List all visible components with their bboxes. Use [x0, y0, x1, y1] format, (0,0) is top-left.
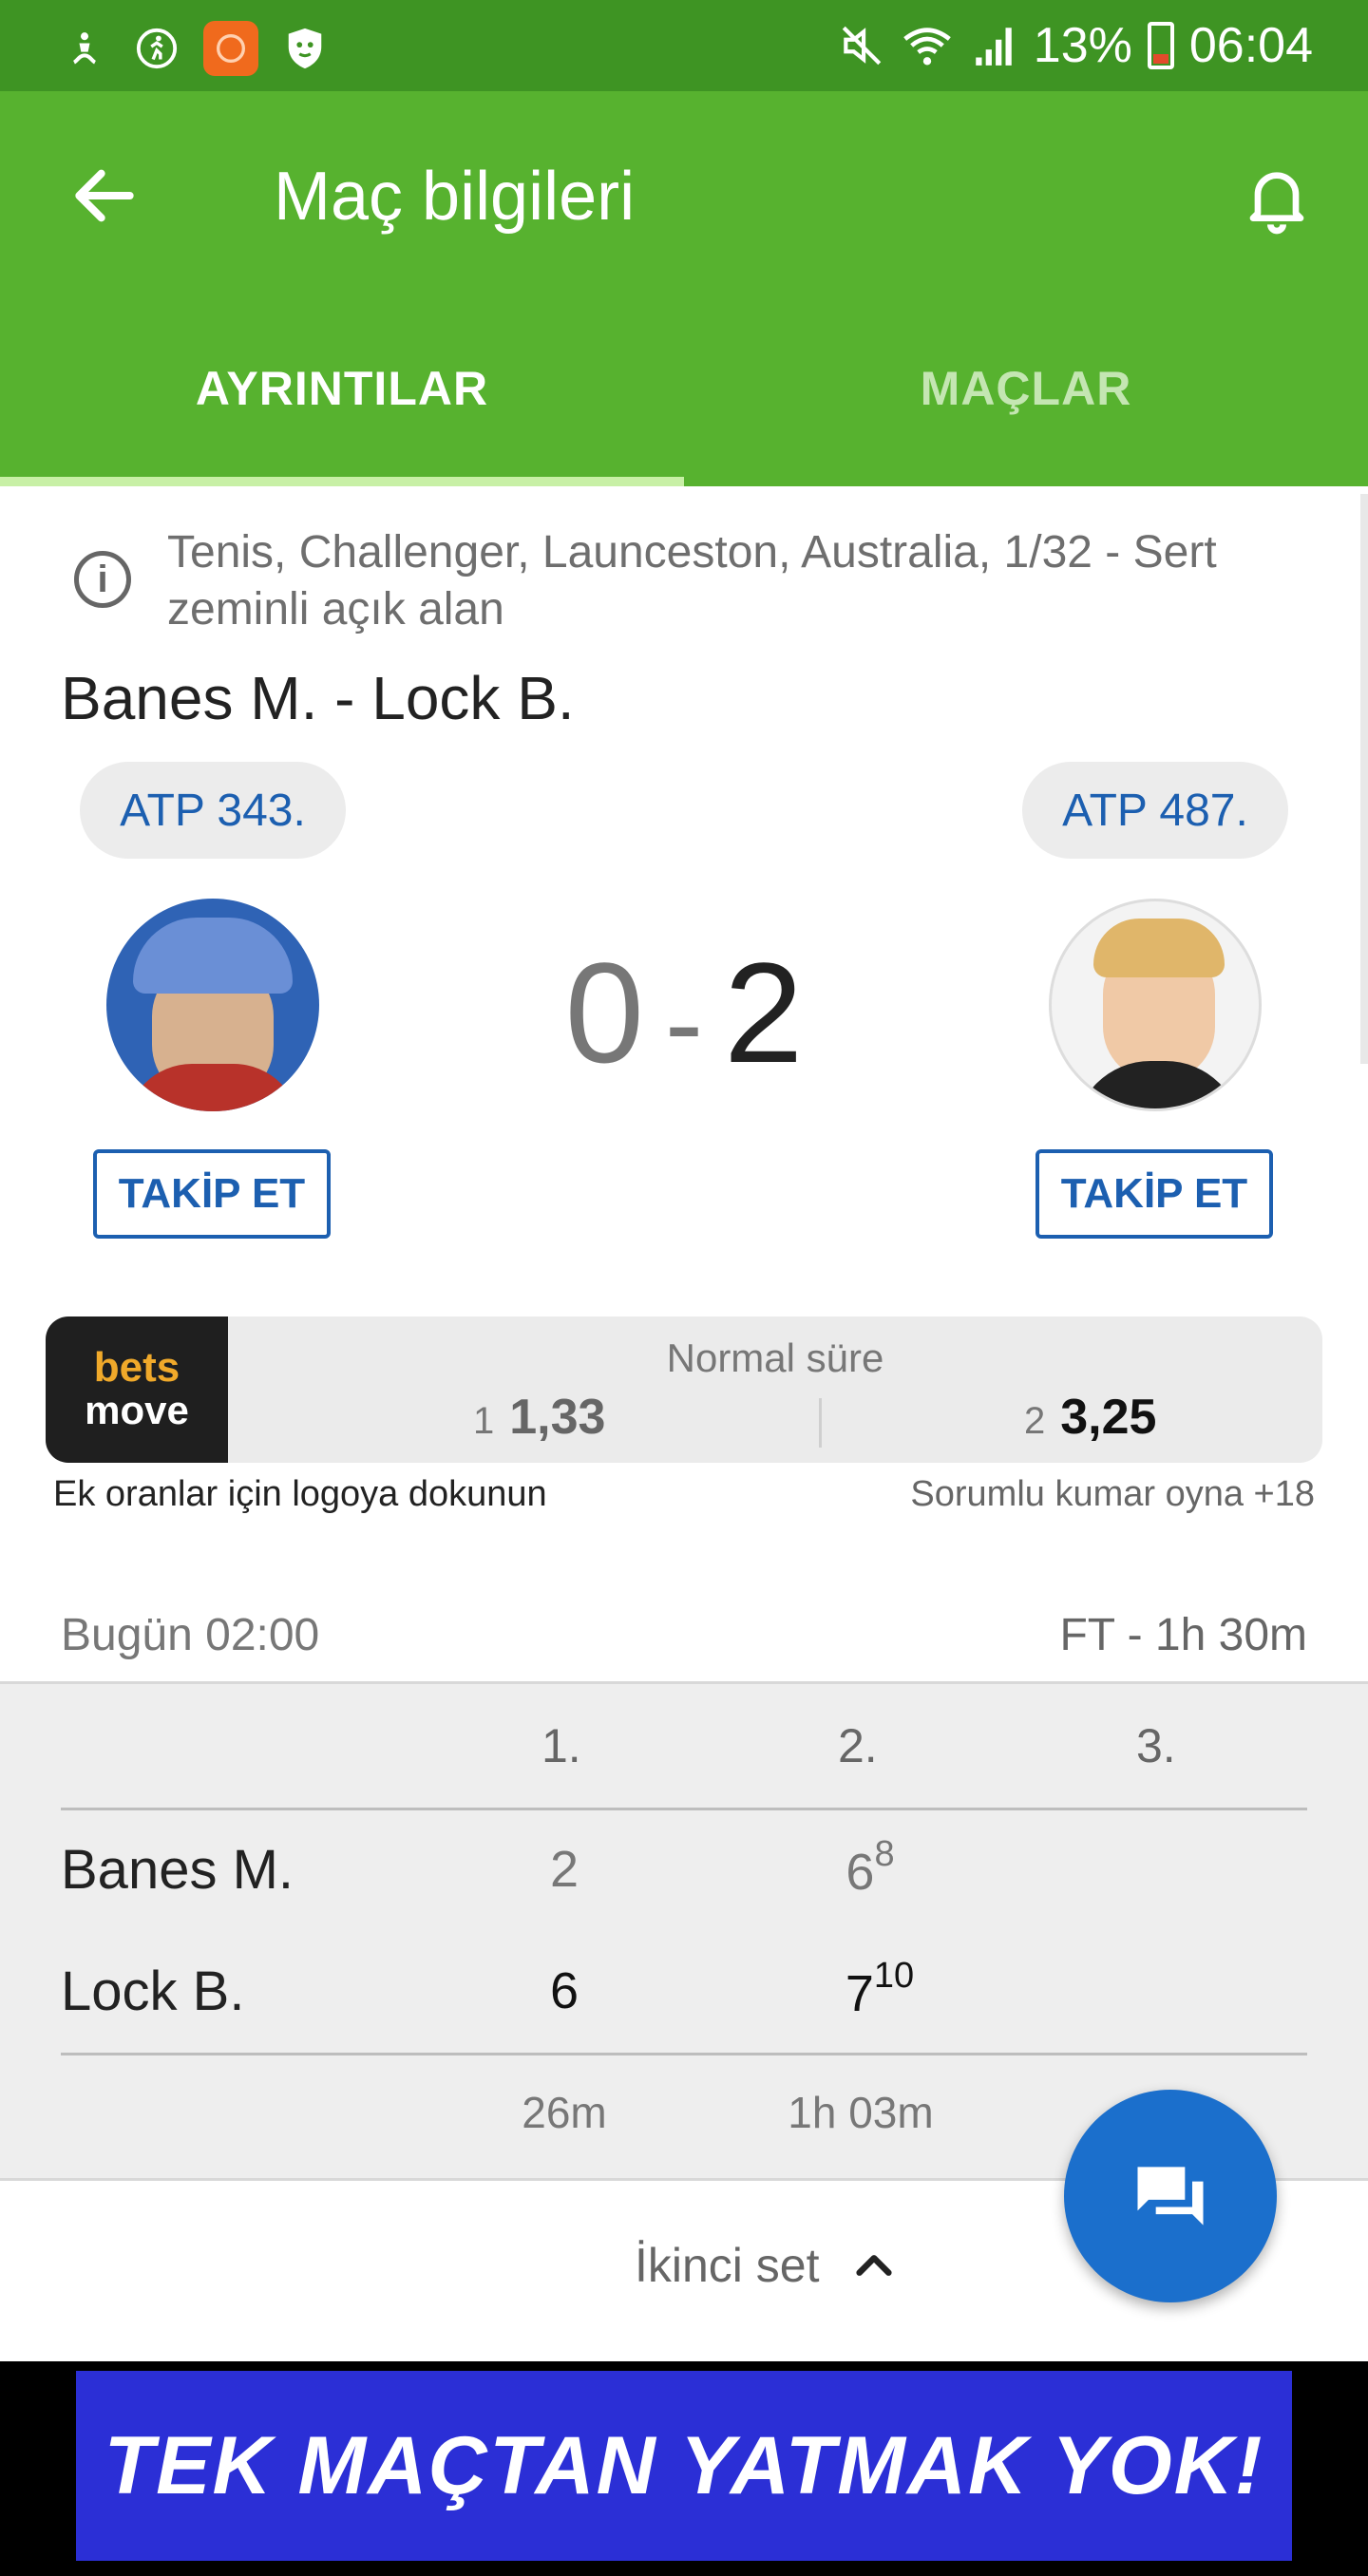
second-set-label: İkinci set [635, 2239, 820, 2292]
betsmove-logo-line1: bets [93, 1344, 180, 1391]
player1-follow-button[interactable]: TAKİP ET [93, 1149, 331, 1239]
odd-away-value: 3,25 [1060, 1390, 1157, 1445]
odd-away-label: 2 [1024, 1400, 1046, 1442]
tournament-info-text: Tenis, Challenger, Launceston, Australia… [167, 527, 1217, 635]
responsible-gambling-note: Sorumlu kumar oyna +18 [910, 1474, 1315, 1514]
info-icon: i [74, 551, 131, 608]
row1-set2-games: 6 [846, 1844, 875, 1901]
player2-avatar[interactable] [1049, 899, 1262, 1111]
match-title: Banes M. - Lock B. [61, 664, 575, 732]
scrollbar [1360, 494, 1368, 1064]
tab-bar: AYRINTILAR MAÇLAR [0, 319, 1368, 486]
set2-duration: 1h 03m [788, 2088, 934, 2137]
table-divider-bottom [61, 2053, 1307, 2055]
table-divider-top [61, 1808, 1307, 1810]
row1-set1-score: 2 [549, 1841, 580, 1898]
row2-set1-score: 6 [549, 1962, 580, 2019]
row2-set2-games: 7 [845, 1965, 874, 2022]
odd-home[interactable]: 1 1,33 [473, 1389, 605, 1446]
app-bar: Maç bilgileri AYRINTILAR MAÇLAR [0, 91, 1368, 486]
ad-banner[interactable]: TEK MAÇTAN YATMAK YOK! [76, 2371, 1292, 2561]
match-score: 0-2 [551, 931, 817, 1095]
status-right: 13% 06:04 [838, 17, 1313, 74]
player2-rank-chip[interactable]: ATP 487. [1022, 762, 1288, 859]
score-home: 0 [564, 933, 645, 1092]
battery-percent: 13% [1033, 18, 1132, 73]
score-separator: - [665, 959, 703, 1087]
match-start-time: Bugün 02:00 [61, 1610, 320, 1660]
tab-ayrintilar[interactable]: AYRINTILAR [0, 319, 684, 486]
runner-icon [131, 23, 182, 74]
wifi-icon [902, 28, 951, 66]
row1-set2-score: 68 [813, 1834, 927, 1902]
row2-set2-score: 710 [823, 1956, 937, 2023]
tab-maclar[interactable]: MAÇLAR [684, 319, 1368, 486]
set-header-2: 2. [838, 1719, 878, 1772]
chat-fab-button[interactable] [1064, 2090, 1277, 2302]
page-title: Maç bilgileri [274, 159, 636, 235]
player1-rank-chip[interactable]: ATP 343. [80, 762, 346, 859]
betsmove-logo[interactable]: bets move [46, 1316, 228, 1463]
bell-icon[interactable] [1239, 158, 1315, 237]
active-tab-indicator [0, 477, 684, 486]
set1-duration: 26m [522, 2088, 607, 2137]
row2-set2-tiebreak: 10 [873, 1956, 915, 1996]
second-set-toggle[interactable]: İkinci set [635, 2238, 896, 2293]
score-away: 2 [723, 933, 804, 1092]
status-bar: 13% 06:04 [0, 0, 1368, 91]
mute-icon [842, 26, 882, 66]
accessibility-icon [59, 23, 110, 74]
odd-home-value: 1,33 [509, 1390, 606, 1445]
ad-banner-container: TEK MAÇTAN YATMAK YOK! [0, 2361, 1368, 2576]
player2-follow-button[interactable]: TAKİP ET [1036, 1149, 1273, 1239]
set-header-3: 3. [1136, 1719, 1176, 1772]
odds-header: Normal süre [666, 1335, 884, 1380]
set-header-1: 1. [542, 1719, 581, 1772]
chat-icon [1137, 2167, 1204, 2226]
odd-away[interactable]: 2 3,25 [1024, 1389, 1156, 1446]
clock: 06:04 [1188, 18, 1313, 73]
odds-panel: bets move Normal süre 1 1,33 2 3,25 [46, 1316, 1322, 1463]
betsmove-logo-line2: move [85, 1388, 189, 1432]
status-left-icons [59, 21, 331, 76]
odd-home-label: 1 [473, 1400, 495, 1442]
battery-icon [1147, 22, 1174, 69]
chevron-up-icon [855, 2255, 892, 2276]
tournament-info: i Tenis, Challenger, Launceston, Austral… [74, 524, 1309, 638]
player1-avatar[interactable] [106, 899, 319, 1111]
odds-hint: Ek oranlar için logoya dokunun [53, 1474, 547, 1514]
odds-divider [819, 1398, 822, 1448]
row2-player-name: Lock B. [61, 1960, 245, 2022]
row1-set2-tiebreak: 8 [874, 1834, 895, 1874]
back-arrow-icon[interactable] [66, 158, 142, 234]
screen: 13% 06:04 Maç bilgileri AYRINTILAR MAÇLA… [0, 0, 1368, 2576]
row1-player-name: Banes M. [61, 1839, 294, 1901]
match-status: FT - 1h 30m [1059, 1610, 1307, 1660]
shield-app-icon [279, 23, 331, 74]
signal-icon [976, 28, 1012, 66]
orange-app-icon [203, 21, 258, 76]
